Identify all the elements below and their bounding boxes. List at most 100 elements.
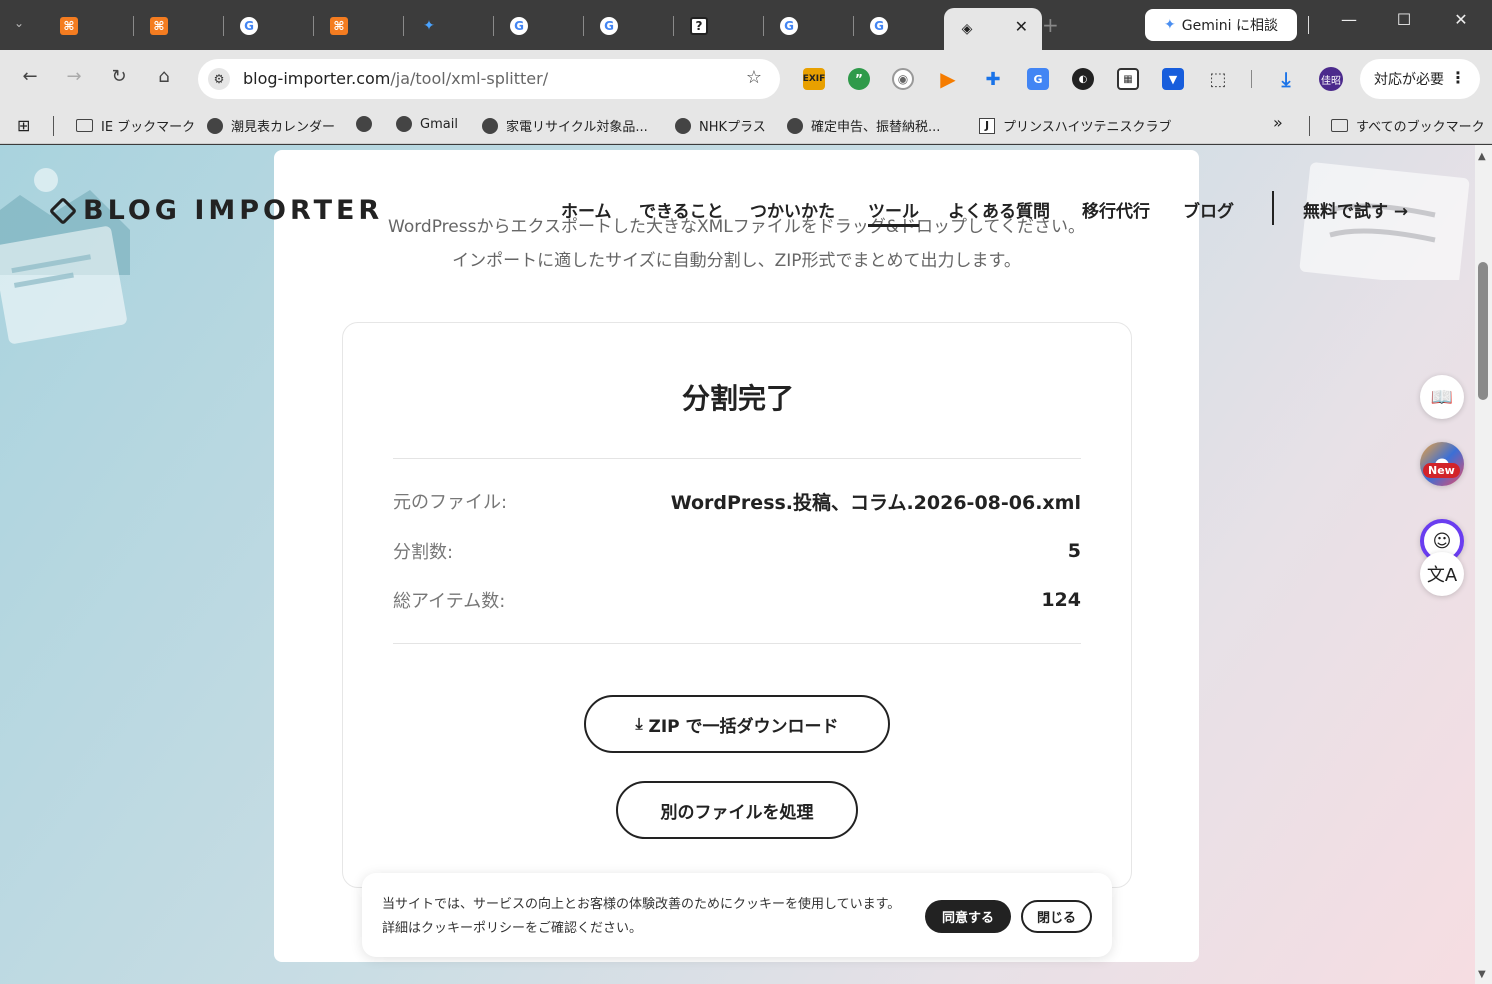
minimize-icon[interactable]: — [1334,10,1364,29]
nav-blog[interactable]: ブログ [1183,197,1234,222]
reload-icon[interactable]: ↻ [106,66,132,87]
scroll-up-icon[interactable]: ▲ [1478,151,1486,162]
decorative-illustration-left [0,168,130,344]
tab-google-5[interactable]: G [856,8,944,44]
play-extension-icon[interactable]: ▶ [937,67,959,91]
qr-extension-icon[interactable]: ▦ [1117,68,1139,90]
result-row-split-count: 分割数: 5 [393,540,1081,563]
scroll-thumb[interactable] [1478,262,1488,400]
bitwarden-extension-icon[interactable]: ▼ [1162,68,1184,90]
bookmark-tide[interactable]: 潮見表カレンダー [207,116,335,135]
more-menu-icon[interactable]: ⋮ [1450,68,1466,87]
process-another-file-button[interactable]: 別のファイルを処理 [616,781,858,839]
nav-faq[interactable]: よくある質問 [948,197,1050,222]
nav-home[interactable]: ホーム [561,197,612,222]
cookie-message: 当サイトでは、サービスの向上とお客様の体験改善のためにクッキーを使用しています。… [382,897,901,936]
extensions-puzzle-icon[interactable]: ⬚ [1207,68,1229,90]
bookmark-ie[interactable]: IE ブックマーク [76,116,195,135]
translate-icon[interactable]: 文A [1420,552,1464,596]
rss-extension-icon[interactable]: ◉ [892,68,914,90]
gemini-button[interactable]: ✦ Gemini に相談 [1145,9,1297,41]
gemini-icon: ✦ [423,18,435,34]
split-result-panel: 分割完了 元のファイル: WordPress.投稿、コラム.2026-08-06.… [342,322,1132,888]
xampp-icon: ⌘ [150,17,168,35]
maximize-icon[interactable]: ☐ [1389,10,1419,29]
bookmark-nhk[interactable]: NHKプラス [675,116,766,135]
bookmark-star-icon[interactable]: ☆ [746,67,762,88]
google-icon: G [870,17,888,35]
tab-xampp-3[interactable]: ⌘ [316,8,404,44]
result-row-source-file: 元のファイル: WordPress.投稿、コラム.2026-08-06.xml [393,491,1081,514]
bookmark-tennis[interactable]: J プリンスハイツテニスクラブ [979,116,1171,135]
quote-extension-icon[interactable]: ” [848,68,870,90]
result-title: 分割完了 [681,382,794,415]
forward-icon[interactable]: → [61,66,87,87]
tab-xampp-1[interactable]: ⌘ [46,8,134,44]
tab-strip: ⌄ ⌘ ⌘ G ⌘ ✦ G G ? G G ◈ ✕ + ✦ Gemini に相談… [0,0,1492,50]
exif-extension-icon[interactable]: EXIF [803,68,825,90]
result-row-total-items: 総アイテム数: 124 [393,589,1081,612]
more-bookmarks-icon[interactable]: » [1273,113,1283,132]
downloads-icon[interactable]: ⤓ [1275,67,1297,91]
apps-grid-icon[interactable]: ⊞ [17,116,30,135]
back-icon[interactable]: ← [17,66,43,87]
gemini-sparkle-icon: ✦ [1164,17,1176,33]
bookmark-gmail[interactable]: Gmail [396,116,458,132]
nav-features[interactable]: できること [639,197,724,222]
scroll-down-icon[interactable]: ▼ [1478,969,1486,980]
url-text[interactable]: blog-importer.com/ja/tool/xml-splitter/ [243,69,548,88]
nav-migration-service[interactable]: 移行代行 [1082,197,1150,222]
nav-tools[interactable]: ツール [868,197,919,227]
nav-howto[interactable]: つかいかた [750,197,835,222]
bookmark-globe[interactable] [356,116,380,132]
google-icon: G [510,17,528,35]
globe-icon [207,117,223,134]
globe-icon [356,116,372,132]
google-icon: G [600,17,618,35]
google-icon: G [240,17,258,35]
globe-icon [787,117,803,134]
logo-mark-icon [48,196,78,225]
new-badge: New [1423,463,1460,478]
action-needed-button[interactable]: 対応が必要 ⋮ [1360,59,1480,99]
tab-help[interactable]: ? [676,8,764,44]
all-bookmarks[interactable]: すべてのブックマーク [1331,116,1485,135]
vpn-extension-icon[interactable]: ✚ [982,68,1004,90]
tab-google-3[interactable]: G [586,8,674,44]
tab-blog-importer[interactable]: ◈ ✕ [944,8,1042,50]
profile-avatar[interactable]: 佳昭 [1319,67,1343,91]
folder-icon [1331,119,1348,132]
address-bar[interactable]: ⚙ blog-importer.com/ja/tool/xml-splitter… [198,59,780,99]
tab-google-1[interactable]: G [226,8,314,44]
close-tab-icon[interactable]: ✕ [1015,17,1028,36]
close-window-icon[interactable]: ✕ [1446,10,1476,29]
camera-extension-icon[interactable]: ◐ [1072,68,1094,90]
zip-download-button[interactable]: ⤓ ZIP で一括ダウンロード [584,695,890,753]
tab-xampp-2[interactable]: ⌘ [136,8,224,44]
cookie-banner: 当サイトでは、サービスの向上とお客様の体験改善のためにクッキーを使用しています。… [362,873,1112,957]
bookmark-tax[interactable]: 確定申告、振替納税... [787,116,940,135]
reading-mode-icon[interactable]: 📖 [1420,375,1464,419]
cookie-agree-button[interactable]: 同意する [925,900,1011,933]
tab-gemini[interactable]: ✦ [406,8,494,44]
bookmark-recycle[interactable]: 家電リサイクル対象品... [482,116,648,135]
site-logo[interactable]: BLOG IMPORTER [48,195,383,226]
xampp-icon: ⌘ [330,17,348,35]
help-icon: ? [690,17,708,35]
site-info-icon[interactable]: ⚙ [208,68,230,90]
new-tab-icon[interactable]: + [1042,13,1059,37]
tab-google-2[interactable]: G [496,8,584,44]
page-scrollbar[interactable]: ▲ ▼ [1475,145,1492,984]
translate-extension-icon[interactable]: G [1027,68,1049,90]
globe-icon [396,116,412,132]
bookmarks-bar: ⊞ IE ブックマーク 潮見表カレンダー Gmail 家電リサイクル対象品...… [0,108,1492,144]
home-icon[interactable]: ⌂ [151,66,177,87]
page-viewport: WordPressからエクスポートした大きなXMLファイルをドラッグ&ドロップし… [0,145,1475,984]
globe-icon [482,117,498,134]
cookie-close-button[interactable]: 閉じる [1021,900,1092,933]
google-icon: G [780,17,798,35]
tab-google-4[interactable]: G [766,8,854,44]
tab-search-icon[interactable]: ⌄ [14,16,24,30]
free-trial-link[interactable]: 無料で試す → [1303,197,1408,222]
blog-importer-favicon-icon: ◈ [961,21,973,37]
